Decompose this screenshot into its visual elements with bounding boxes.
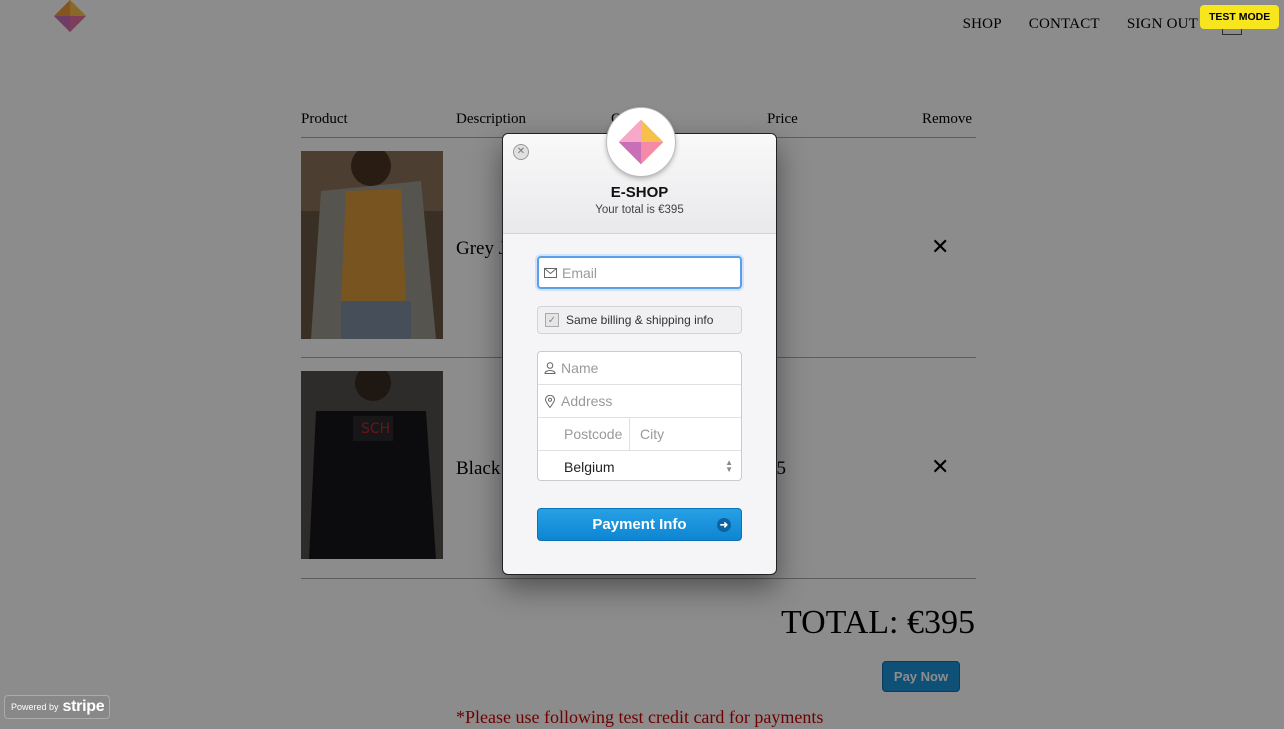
- powered-by-stripe-badge[interactable]: Powered by stripe: [4, 695, 110, 719]
- select-arrows-icon: ▲ ▼: [725, 458, 733, 474]
- payment-info-button[interactable]: Payment Info ➜: [537, 508, 742, 541]
- diamond-logo-icon: [618, 119, 664, 165]
- email-field[interactable]: [537, 256, 742, 289]
- country-select[interactable]: Belgium ▲ ▼: [538, 451, 741, 480]
- email-input[interactable]: [562, 264, 740, 281]
- address-field[interactable]: [538, 385, 741, 418]
- checkout-description: Your total is €395: [595, 204, 684, 216]
- same-billing-toggle[interactable]: ✓ Same billing & shipping info: [537, 306, 742, 334]
- envelope-icon: [539, 267, 562, 278]
- modal-header: ✕ E-SHOP Your total is €395: [503, 108, 776, 234]
- city-input[interactable]: [640, 426, 741, 442]
- name-field[interactable]: [538, 352, 741, 385]
- checkout-modal: ✕ E-SHOP Your total is €395 ✓ Same billi…: [502, 108, 777, 575]
- checkbox-icon[interactable]: ✓: [545, 313, 559, 327]
- person-icon: [538, 362, 561, 374]
- payment-info-label: Payment Info: [592, 516, 687, 533]
- postcode-field[interactable]: [538, 418, 630, 450]
- postcode-city-row: [538, 418, 741, 451]
- same-billing-label: Same billing & shipping info: [566, 313, 714, 327]
- stripe-wordmark: stripe: [62, 698, 105, 715]
- address-input[interactable]: [561, 393, 741, 409]
- country-value: Belgium: [564, 459, 615, 475]
- shipping-address-group: Belgium ▲▼: [537, 351, 742, 481]
- city-field[interactable]: [630, 418, 741, 450]
- close-icon[interactable]: ✕: [513, 144, 529, 160]
- powered-by-label: Powered by: [11, 702, 59, 712]
- location-pin-icon: [538, 394, 561, 408]
- arrow-right-icon: ➜: [717, 518, 731, 532]
- merchant-name: E-SHOP: [610, 184, 669, 201]
- postcode-input[interactable]: [564, 426, 629, 442]
- name-input[interactable]: [561, 360, 741, 376]
- merchant-logo: [607, 108, 675, 176]
- test-mode-badge: TEST MODE: [1200, 5, 1280, 29]
